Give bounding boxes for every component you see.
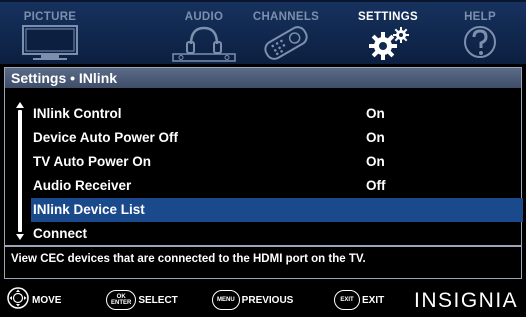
menu-button-icon: MENU — [212, 290, 240, 310]
exit-button-icon: EXIT — [334, 290, 360, 310]
tab-channels-label: CHANNELS — [252, 11, 320, 23]
menu-item-audio-receiver[interactable]: Audio Receiver Off — [33, 174, 523, 198]
headphones-icon — [171, 24, 237, 67]
hint-move-label: MOVE — [32, 294, 62, 306]
menu-item-value: On — [366, 106, 385, 121]
dpad-icon — [6, 286, 30, 314]
menu-item-label: TV Auto Power On — [33, 154, 151, 169]
menu-item-label: Connect — [33, 226, 87, 241]
scroll-up-arrow-icon[interactable] — [16, 102, 24, 108]
hint-select: OK ENTER SELECT — [106, 289, 178, 311]
hint-exit-label: EXIT — [362, 294, 385, 306]
menu-item-value: Off — [366, 178, 386, 193]
tab-help[interactable]: HELP — [440, 2, 520, 66]
question-icon — [460, 24, 500, 67]
scrollbar-thumb[interactable] — [18, 110, 22, 232]
menu-item-value: On — [366, 130, 385, 145]
menu-item-tv-auto-power-on[interactable]: TV Auto Power On On — [33, 150, 523, 174]
scroll-down-arrow-icon[interactable] — [16, 234, 24, 240]
hint-previous-label: PREVIOUS — [241, 294, 294, 306]
menu-item-inlink-control[interactable]: INlink Control On — [33, 102, 523, 126]
menu-item-device-auto-power-off[interactable]: Device Auto Power Off On — [33, 126, 523, 150]
menu-item-inlink-device-list[interactable]: INlink Device List — [31, 198, 523, 222]
hint-exit: EXIT EXIT — [334, 289, 384, 311]
scrollbar[interactable] — [16, 102, 24, 240]
settings-panel: Settings • INlink INlink Control On Devi… — [4, 67, 523, 279]
menu-item-connect[interactable]: Connect — [33, 222, 523, 246]
menu-item-value: On — [366, 154, 385, 169]
settings-menu-list: INlink Control On Device Auto Power Off … — [31, 102, 523, 246]
menu-item-label: INlink Device List — [33, 202, 145, 217]
menu-item-label: Audio Receiver — [33, 178, 132, 193]
menu-item-label: Device Auto Power Off — [33, 130, 179, 145]
ok-enter-button-icon: OK ENTER — [106, 290, 137, 310]
tab-picture[interactable]: PICTURE — [14, 2, 86, 66]
menu-item-label: INlink Control — [33, 106, 122, 121]
gears-icon — [363, 24, 413, 67]
tab-settings[interactable]: SETTINGS — [340, 2, 436, 66]
tab-audio-label: AUDIO — [184, 11, 224, 23]
tab-audio[interactable]: AUDIO — [168, 2, 240, 66]
panel-title: Settings • INlink — [5, 68, 521, 88]
tv-icon — [19, 24, 81, 67]
tab-settings-label: SETTINGS — [358, 11, 418, 23]
menu-tab-bar: PICTURE AUDIO CHANNELS SETTINGS HELP — [0, 0, 526, 64]
remote-icon — [256, 24, 316, 67]
help-description: View CEC devices that are connected to t… — [5, 245, 521, 278]
brand-logo: INSIGNIA — [414, 289, 519, 312]
button-hint-bar: MOVE OK ENTER SELECT MENU PREVIOUS EXIT E… — [0, 283, 526, 317]
hint-select-label: SELECT — [138, 294, 178, 306]
tab-help-label: HELP — [464, 11, 496, 23]
hint-move: MOVE — [6, 286, 62, 314]
tab-channels[interactable]: CHANNELS — [236, 2, 336, 66]
hint-previous: MENU PREVIOUS — [212, 289, 293, 311]
tab-picture-label: PICTURE — [23, 11, 77, 23]
